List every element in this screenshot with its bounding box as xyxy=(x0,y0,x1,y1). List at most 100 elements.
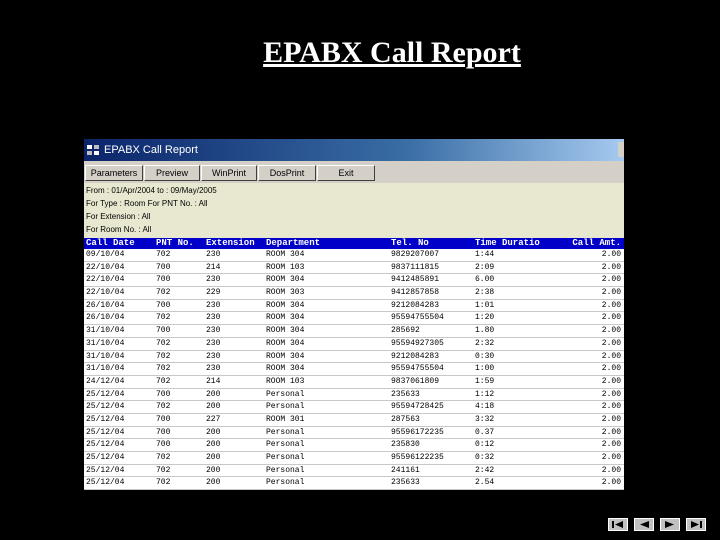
grid-body: 09/10/04 702 230 ROOM 304 9829207007 1:44 2.00… xyxy=(84,249,624,490)
table-row[interactable]: 22/10/04 700 214 ROOM 103 9837111815 2:09 2.00 xyxy=(84,261,624,275)
exit-button[interactable]: Exit xyxy=(317,165,375,181)
table-row[interactable]: 25/12/04 700 200 Personal 235830 0:12 2.00 xyxy=(84,439,624,452)
previous-slide-button[interactable] xyxy=(634,518,654,531)
table-row[interactable]: 31/10/04 702 230 ROOM 304 9212084283 0:30 2.00 xyxy=(84,350,624,364)
table-cell: 2:32 xyxy=(475,338,495,348)
table-cell: 200 xyxy=(206,389,221,399)
table-cell: 6.00 xyxy=(475,275,495,285)
table-cell: ROOM 304 xyxy=(266,313,305,323)
table-cell: 230 xyxy=(206,300,221,310)
window-close-icon[interactable] xyxy=(618,142,624,157)
parameter-line: For Extension : All xyxy=(86,212,151,221)
table-row[interactable]: 26/10/04 700 230 ROOM 304 9212084283 1:01 2.00 xyxy=(84,299,624,313)
next-slide-button[interactable] xyxy=(660,518,680,531)
column-header[interactable]: Call Date xyxy=(84,238,154,249)
column-header[interactable]: Extension xyxy=(204,238,264,249)
table-cell: ROOM 304 xyxy=(266,364,305,374)
grid-header: Call Date PNT No. Extension Department Tel. … xyxy=(84,238,624,249)
table-cell: 230 xyxy=(206,338,221,348)
table-row[interactable]: 31/10/04 702 230 ROOM 304 95594755504 1:00 2.0… xyxy=(84,363,624,376)
table-cell: 1:44 xyxy=(475,250,495,259)
table-cell: 700 xyxy=(156,326,171,336)
table-cell: 95594755504 xyxy=(391,313,444,323)
table-cell: 2.00 xyxy=(601,275,621,285)
table-cell: 4:18 xyxy=(475,402,495,412)
table-cell: 702 xyxy=(156,465,171,475)
table-row[interactable]: 25/12/04 700 227 ROOM 301 287563 3:32 2.00 xyxy=(84,413,624,427)
table-cell: 9837061809 xyxy=(391,376,440,386)
table-cell: 700 xyxy=(156,427,171,437)
table-row[interactable]: 25/12/04 702 200 Personal 95594728425 4:18 2.0… xyxy=(84,401,624,414)
table-cell: 702 xyxy=(156,478,171,488)
last-icon xyxy=(691,521,702,528)
table-row[interactable]: 09/10/04 702 230 ROOM 304 9829207007 1:44 2.00 xyxy=(84,249,624,262)
preview-button[interactable]: Preview xyxy=(144,165,200,181)
table-cell: 2.00 xyxy=(601,402,621,412)
table-cell: 95594755504 xyxy=(391,364,444,374)
parameters-button[interactable]: Parameters xyxy=(85,165,143,181)
last-slide-button[interactable] xyxy=(686,518,706,531)
table-cell: 214 xyxy=(206,262,221,272)
table-cell: 9837111815 xyxy=(391,262,440,272)
table-cell: 700 xyxy=(156,414,171,424)
table-row[interactable]: 26/10/04 702 230 ROOM 304 95594755504 1:20 2.0… xyxy=(84,312,624,326)
table-cell: 702 xyxy=(156,313,171,323)
table-row[interactable]: 22/10/04 702 229 ROOM 303 9412857858 2:38 2.00 xyxy=(84,287,624,300)
table-row[interactable]: 31/10/04 702 230 ROOM 304 95594927305 2:32 2.0… xyxy=(84,337,624,351)
table-cell: 31/10/04 xyxy=(86,364,125,374)
table-row[interactable]: 24/12/04 702 214 ROOM 103 9837061809 1:59 2.00 xyxy=(84,375,624,389)
table-cell: 702 xyxy=(156,376,171,386)
table-cell: ROOM 301 xyxy=(266,414,305,424)
table-cell: Personal xyxy=(266,478,305,488)
next-icon xyxy=(665,521,674,528)
table-cell: 2:09 xyxy=(475,262,495,272)
table-cell: 235633 xyxy=(391,478,420,488)
table-row[interactable]: 31/10/04 700 230 ROOM 304 285692 1.80 2.00 xyxy=(84,325,624,338)
table-cell: 241161 xyxy=(391,465,420,475)
column-header[interactable]: Tel. No xyxy=(389,238,473,249)
column-header[interactable]: Department xyxy=(264,238,389,249)
table-cell: 2:42 xyxy=(475,465,495,475)
winprint-button[interactable]: WinPrint xyxy=(201,165,257,181)
table-cell: 2.00 xyxy=(601,262,621,272)
table-row[interactable]: 25/12/04 702 200 Personal 235633 2.54 2.00 xyxy=(84,477,624,490)
table-cell: 700 xyxy=(156,262,171,272)
table-cell: 95594927305 xyxy=(391,338,444,348)
column-header[interactable]: Call Amt. xyxy=(561,238,624,249)
table-row[interactable]: 25/12/04 702 200 Personal 95596122235 0:32 2.0… xyxy=(84,452,624,465)
dosprint-button[interactable]: DosPrint xyxy=(258,165,316,181)
table-cell: 1:59 xyxy=(475,376,495,386)
table-cell: 9412485891 xyxy=(391,275,440,285)
table-cell: 1:01 xyxy=(475,300,495,310)
table-cell: 200 xyxy=(206,402,221,412)
table-cell: ROOM 103 xyxy=(266,376,305,386)
first-slide-button[interactable] xyxy=(608,518,628,531)
table-row[interactable]: 25/12/04 702 200 Personal 241161 2:42 2.00 xyxy=(84,464,624,478)
table-cell: 1:20 xyxy=(475,313,495,323)
table-cell: 25/12/04 xyxy=(86,440,125,450)
table-cell: 26/10/04 xyxy=(86,300,125,310)
report-parameters: From : 01/Apr/2004 to : 09/May/2005 For T… xyxy=(84,183,624,238)
table-row[interactable]: 25/12/04 700 200 Personal 235633 1:12 2.00 xyxy=(84,388,624,402)
table-row[interactable]: 25/12/04 700 200 Personal 95596172235 0.37 2.0… xyxy=(84,426,624,440)
table-cell: 200 xyxy=(206,465,221,475)
table-cell: 200 xyxy=(206,453,221,462)
table-cell: 2.54 xyxy=(475,478,495,488)
table-cell: 702 xyxy=(156,351,171,361)
column-header[interactable]: Time Duratio xyxy=(473,238,561,249)
column-header[interactable]: PNT No. xyxy=(154,238,204,249)
table-cell: Personal xyxy=(266,453,305,462)
table-cell: 230 xyxy=(206,364,221,374)
table-cell: 235830 xyxy=(391,440,420,450)
table-cell: 702 xyxy=(156,453,171,462)
table-cell: 1.80 xyxy=(475,326,495,336)
table-cell: 25/12/04 xyxy=(86,402,125,412)
table-cell: 700 xyxy=(156,275,171,285)
table-row[interactable]: 22/10/04 700 230 ROOM 304 9412485891 6.00 2.00 xyxy=(84,274,624,288)
table-cell: 2.00 xyxy=(601,300,621,310)
window-title: EPABX Call Report xyxy=(104,144,198,156)
table-cell: 25/12/04 xyxy=(86,478,125,488)
table-cell: 9412857858 xyxy=(391,288,440,298)
table-cell: 95596172235 xyxy=(391,427,444,437)
table-cell: 700 xyxy=(156,389,171,399)
